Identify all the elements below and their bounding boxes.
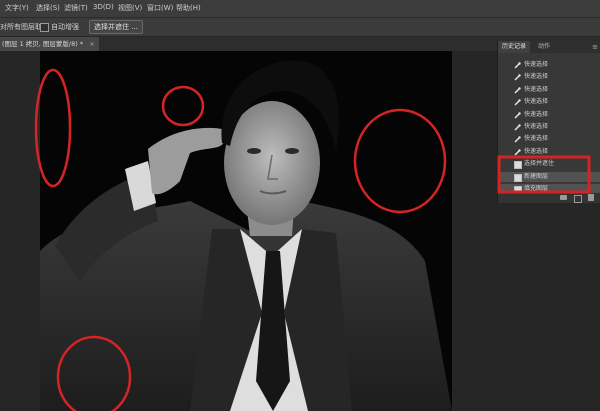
history-item-label: 快速选择 [524, 73, 549, 81]
history-item-label: 快速选择 [524, 98, 549, 106]
history-item[interactable]: 快速选择 [498, 72, 600, 82]
quick-select-icon [514, 111, 521, 119]
tab-history[interactable]: 历史记录 [498, 41, 531, 53]
history-item[interactable]: 快速选择 [498, 134, 600, 144]
new-document-icon[interactable] [574, 195, 582, 203]
history-item-label: 快速选择 [524, 85, 549, 93]
quick-select-icon [514, 74, 521, 81]
document-tab-title: (图层 1 拷贝, 图层蒙版/8) * [2, 40, 84, 48]
tab-actions[interactable]: 动作 [534, 41, 554, 53]
trash-icon[interactable] [588, 194, 594, 201]
menu-help[interactable]: 帮助(H) [176, 3, 201, 13]
menu-select[interactable]: 选择(S) [36, 3, 60, 13]
snapshot-icon[interactable] [560, 195, 567, 200]
highlight-annotation [497, 155, 591, 194]
menu-filter[interactable]: 滤镜(T) [64, 3, 88, 13]
options-bar: 对所有图层取样 自动增强 选择并遮住 ... [0, 18, 600, 37]
select-and-mask-button[interactable]: 选择并遮住 ... [89, 20, 143, 34]
quick-select-icon [514, 87, 521, 94]
annotation-circle [34, 68, 72, 188]
history-item-label: 快速选择 [524, 135, 549, 143]
history-item-label: 快速选择 [524, 123, 549, 130]
quick-select-icon [514, 62, 521, 69]
menu-bar: 文字(Y) 选择(S) 滤镜(T) 3D(D) 视图(V) 窗口(W) 帮助(H… [0, 0, 600, 18]
quick-select-icon [514, 149, 521, 156]
menu-type[interactable]: 文字(Y) [5, 3, 29, 13]
quick-select-icon [514, 136, 521, 143]
auto-enhance-label[interactable]: 自动增强 [51, 22, 79, 32]
history-item-label: 快速选择 [524, 110, 549, 118]
panel-menu-icon[interactable]: ≡ [592, 41, 598, 53]
annotation-circle [56, 335, 132, 411]
quick-select-icon [514, 99, 521, 106]
history-item[interactable]: 快速选择 [498, 97, 600, 107]
history-item[interactable]: 快速选择 [498, 85, 600, 95]
quick-select-icon [514, 124, 521, 131]
annotation-circle [353, 108, 447, 214]
history-panel-tabs: 历史记录 动作 ≡ [498, 41, 600, 53]
history-item[interactable]: 快速选择 [498, 110, 600, 120]
history-item[interactable]: 快速选择 [498, 60, 600, 70]
menu-view[interactable]: 视图(V) [118, 3, 142, 13]
document-tab[interactable]: (图层 1 拷贝, 图层蒙版/8) * × [0, 37, 99, 51]
annotation-circle [161, 85, 205, 127]
menu-window[interactable]: 窗口(W) [147, 3, 173, 13]
history-item-label: 快速选择 [524, 61, 549, 68]
auto-enhance-checkbox[interactable] [40, 23, 49, 32]
menu-3d[interactable]: 3D(D) [93, 3, 114, 11]
history-item[interactable]: 快速选择 [498, 122, 600, 132]
close-tab-icon[interactable]: × [89, 40, 94, 48]
